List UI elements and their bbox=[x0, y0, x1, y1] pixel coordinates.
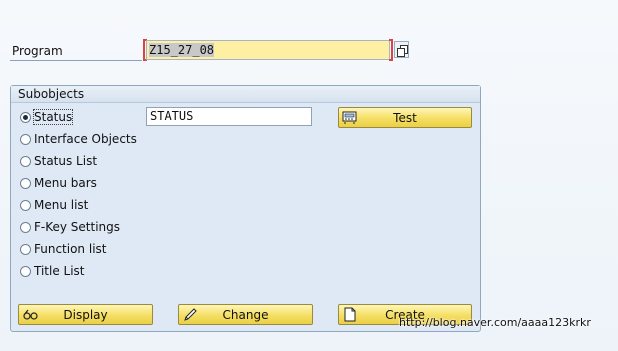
radio-button[interactable] bbox=[20, 155, 31, 167]
program-label: Program bbox=[12, 44, 63, 58]
radio-button[interactable] bbox=[20, 243, 31, 255]
change-button-label: Change bbox=[222, 308, 269, 322]
radio-menu-list[interactable]: Menu list bbox=[20, 196, 88, 214]
radio-button[interactable] bbox=[20, 221, 31, 233]
program-input-value: Z15_27_08 bbox=[149, 43, 215, 57]
copy-button[interactable] bbox=[394, 41, 409, 58]
change-button[interactable]: Change bbox=[178, 304, 313, 325]
radio-button[interactable] bbox=[20, 133, 31, 145]
required-bracket-right bbox=[389, 39, 393, 61]
radio-label-status: Status bbox=[32, 109, 74, 125]
radio-interface-objects[interactable]: Interface Objects bbox=[20, 130, 137, 148]
test-button-label: Test bbox=[393, 111, 417, 125]
radio-label-menu-list: Menu list bbox=[34, 198, 89, 212]
radio-label-status-list: Status List bbox=[34, 154, 98, 168]
radio-label-f-key-settings: F-Key Settings bbox=[34, 220, 121, 234]
program-input[interactable]: Z15_27_08 bbox=[146, 40, 390, 60]
display-button-label: Display bbox=[63, 308, 108, 322]
radio-function-list[interactable]: Function list bbox=[20, 240, 106, 258]
radio-status-list[interactable]: Status List bbox=[20, 152, 97, 170]
radio-label-interface-objects: Interface Objects bbox=[34, 132, 137, 146]
radio-status[interactable]: Status bbox=[20, 108, 74, 126]
display-button[interactable]: Display bbox=[18, 304, 153, 325]
radio-menu-bars[interactable]: Menu bars bbox=[20, 174, 97, 192]
radio-title-list[interactable]: Title List bbox=[20, 262, 85, 280]
status-input[interactable]: STATUS bbox=[146, 107, 312, 126]
program-label-underline bbox=[10, 60, 142, 61]
radio-label-title-list: Title List bbox=[34, 264, 85, 278]
radio-button[interactable] bbox=[20, 177, 31, 189]
radio-f-key-settings[interactable]: F-Key Settings bbox=[20, 218, 120, 236]
test-button[interactable]: Test bbox=[338, 107, 472, 128]
radio-label-function-list: Function list bbox=[34, 242, 107, 256]
subobjects-title: Subobjects bbox=[18, 87, 85, 101]
watermark-text: http://blog.naver.com/aaaa123krkr bbox=[399, 316, 591, 329]
radio-label-menu-bars: Menu bars bbox=[34, 176, 97, 190]
radio-button[interactable] bbox=[20, 265, 31, 277]
radio-button[interactable] bbox=[20, 199, 31, 211]
radio-button-checked[interactable] bbox=[20, 111, 31, 123]
